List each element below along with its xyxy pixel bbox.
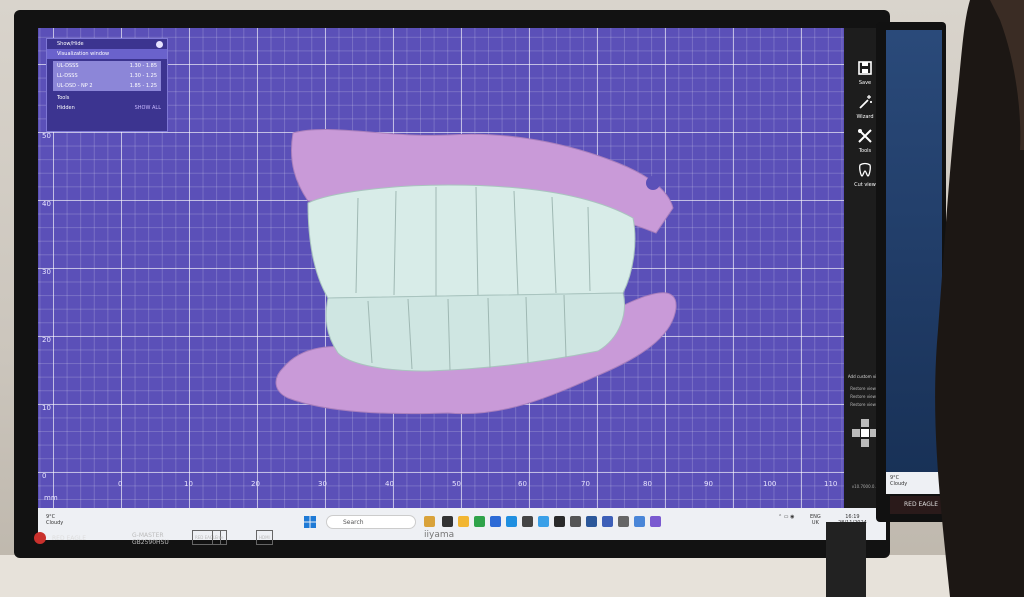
x-tick: 50 [452, 480, 461, 488]
maker-logo: iiyama [424, 530, 455, 540]
model-name: LL-DSSS [57, 73, 78, 79]
y-tick: 0 [42, 472, 47, 480]
axis-unit: mm [44, 494, 58, 502]
model-name: UL-DSSS [57, 63, 79, 69]
show-hide-panel: Show/Hide Visualization window UL-DSSS 1… [46, 38, 168, 132]
hidden-row[interactable]: Hidden SHOW ALL [47, 103, 167, 113]
help-icon[interactable] [156, 41, 163, 48]
search-placeholder: Search [343, 519, 364, 526]
region-label: UK [811, 520, 819, 526]
files-app-icon[interactable] [424, 516, 435, 527]
panel-header[interactable]: Show/Hide [47, 39, 167, 49]
screen: 50 40 30 20 10 0 0 10 20 30 40 50 60 70 … [38, 28, 886, 540]
series-label: G-MASTER [132, 532, 164, 539]
weather-cond: Cloudy [46, 520, 64, 526]
x-tick: 70 [581, 480, 590, 488]
tray-icons[interactable]: ⌃ ▭ ◉ [778, 514, 794, 520]
y-tick: 50 [42, 132, 51, 140]
model-value: 1.85 - 1.25 [129, 83, 157, 89]
model-label: GB2590HSU [132, 539, 169, 546]
x-tick: 80 [643, 480, 652, 488]
app-icon[interactable] [570, 516, 581, 527]
x-tick: 20 [251, 480, 260, 488]
app-icon[interactable] [634, 516, 645, 527]
gum-hole [646, 176, 660, 190]
visualization-window-row[interactable]: Visualization window [47, 49, 167, 59]
hdmi-badge: HDMI [256, 530, 273, 545]
folder-icon[interactable] [458, 516, 469, 527]
y-tick: 30 [42, 268, 51, 276]
x-tick: 90 [704, 480, 713, 488]
show-all-button[interactable]: SHOW ALL [135, 103, 161, 113]
weather-widget[interactable]: 9°C Cloudy [46, 514, 63, 526]
y-tick: 40 [42, 200, 51, 208]
x-tick: 30 [318, 480, 327, 488]
app-icon[interactable] [618, 516, 629, 527]
tools-row[interactable]: Tools [47, 93, 167, 103]
monitor-stand [826, 522, 866, 597]
second-weather-cond: Cloudy [890, 481, 908, 487]
panel-header-label: Show/Hide [57, 41, 84, 47]
person-silhouette [935, 0, 1024, 597]
model-item[interactable]: LL-DSSS 1.30 - 1.25 [53, 71, 161, 81]
app-icon[interactable] [602, 516, 613, 527]
model-list: UL-DSSS 1.30 - 1.85 LL-DSSS 1.30 - 1.25 … [53, 61, 161, 91]
desk-surface [0, 555, 1024, 597]
tools-icon [858, 129, 872, 143]
bezel-brand: RED EAGLE [52, 535, 87, 542]
x-tick: 110 [824, 480, 838, 488]
x-tick: 10 [184, 480, 193, 488]
app-icon[interactable] [442, 516, 453, 527]
model-value: 1.30 - 1.85 [129, 63, 157, 69]
bezel-model: G-MASTER GB2590HSU [132, 532, 169, 546]
wand-icon [859, 95, 872, 109]
y-tick: 10 [42, 404, 51, 412]
save-icon [858, 61, 872, 75]
x-tick: 60 [518, 480, 527, 488]
red-eagle-logo [34, 532, 46, 544]
second-weather: 9°C Cloudy [890, 475, 907, 487]
main-monitor: 50 40 30 20 10 0 0 10 20 30 40 50 60 70 … [14, 10, 890, 558]
windows-start-icon[interactable] [304, 516, 316, 528]
hidden-label: Hidden [57, 105, 75, 111]
model-item[interactable]: UL-DSSS 1.30 - 1.85 [53, 61, 161, 71]
x-tick: 40 [385, 480, 394, 488]
x-tick: 100 [763, 480, 777, 488]
dental-model[interactable] [268, 123, 678, 423]
language-indicator[interactable]: ENG UK [810, 514, 821, 526]
workspace-grid[interactable]: 50 40 30 20 10 0 0 10 20 30 40 50 60 70 … [38, 28, 844, 508]
model-item[interactable]: UL-DSD - NP 2 1.85 - 1.25 [53, 81, 161, 91]
app-icon[interactable] [554, 516, 565, 527]
taskbar-search[interactable]: Search [326, 515, 416, 529]
app-icon[interactable] [522, 516, 533, 527]
x-tick: 0 [118, 480, 123, 488]
word-icon[interactable] [586, 516, 597, 527]
model-name: UL-DSD - NP 2 [57, 83, 93, 89]
dental-app-icon[interactable] [650, 516, 661, 527]
y-tick: 20 [42, 336, 51, 344]
chrome-icon[interactable] [474, 516, 485, 527]
app-icon[interactable] [538, 516, 549, 527]
visualization-window-label: Visualization window [57, 51, 110, 57]
model-value: 1.30 - 1.25 [129, 73, 157, 79]
tools-label: Tools [57, 95, 70, 101]
edge-icon[interactable] [506, 516, 517, 527]
tooth-icon [859, 162, 871, 177]
app-icon[interactable] [490, 516, 501, 527]
badge: Free [212, 530, 227, 545]
view-cube-icon[interactable] [852, 418, 878, 448]
